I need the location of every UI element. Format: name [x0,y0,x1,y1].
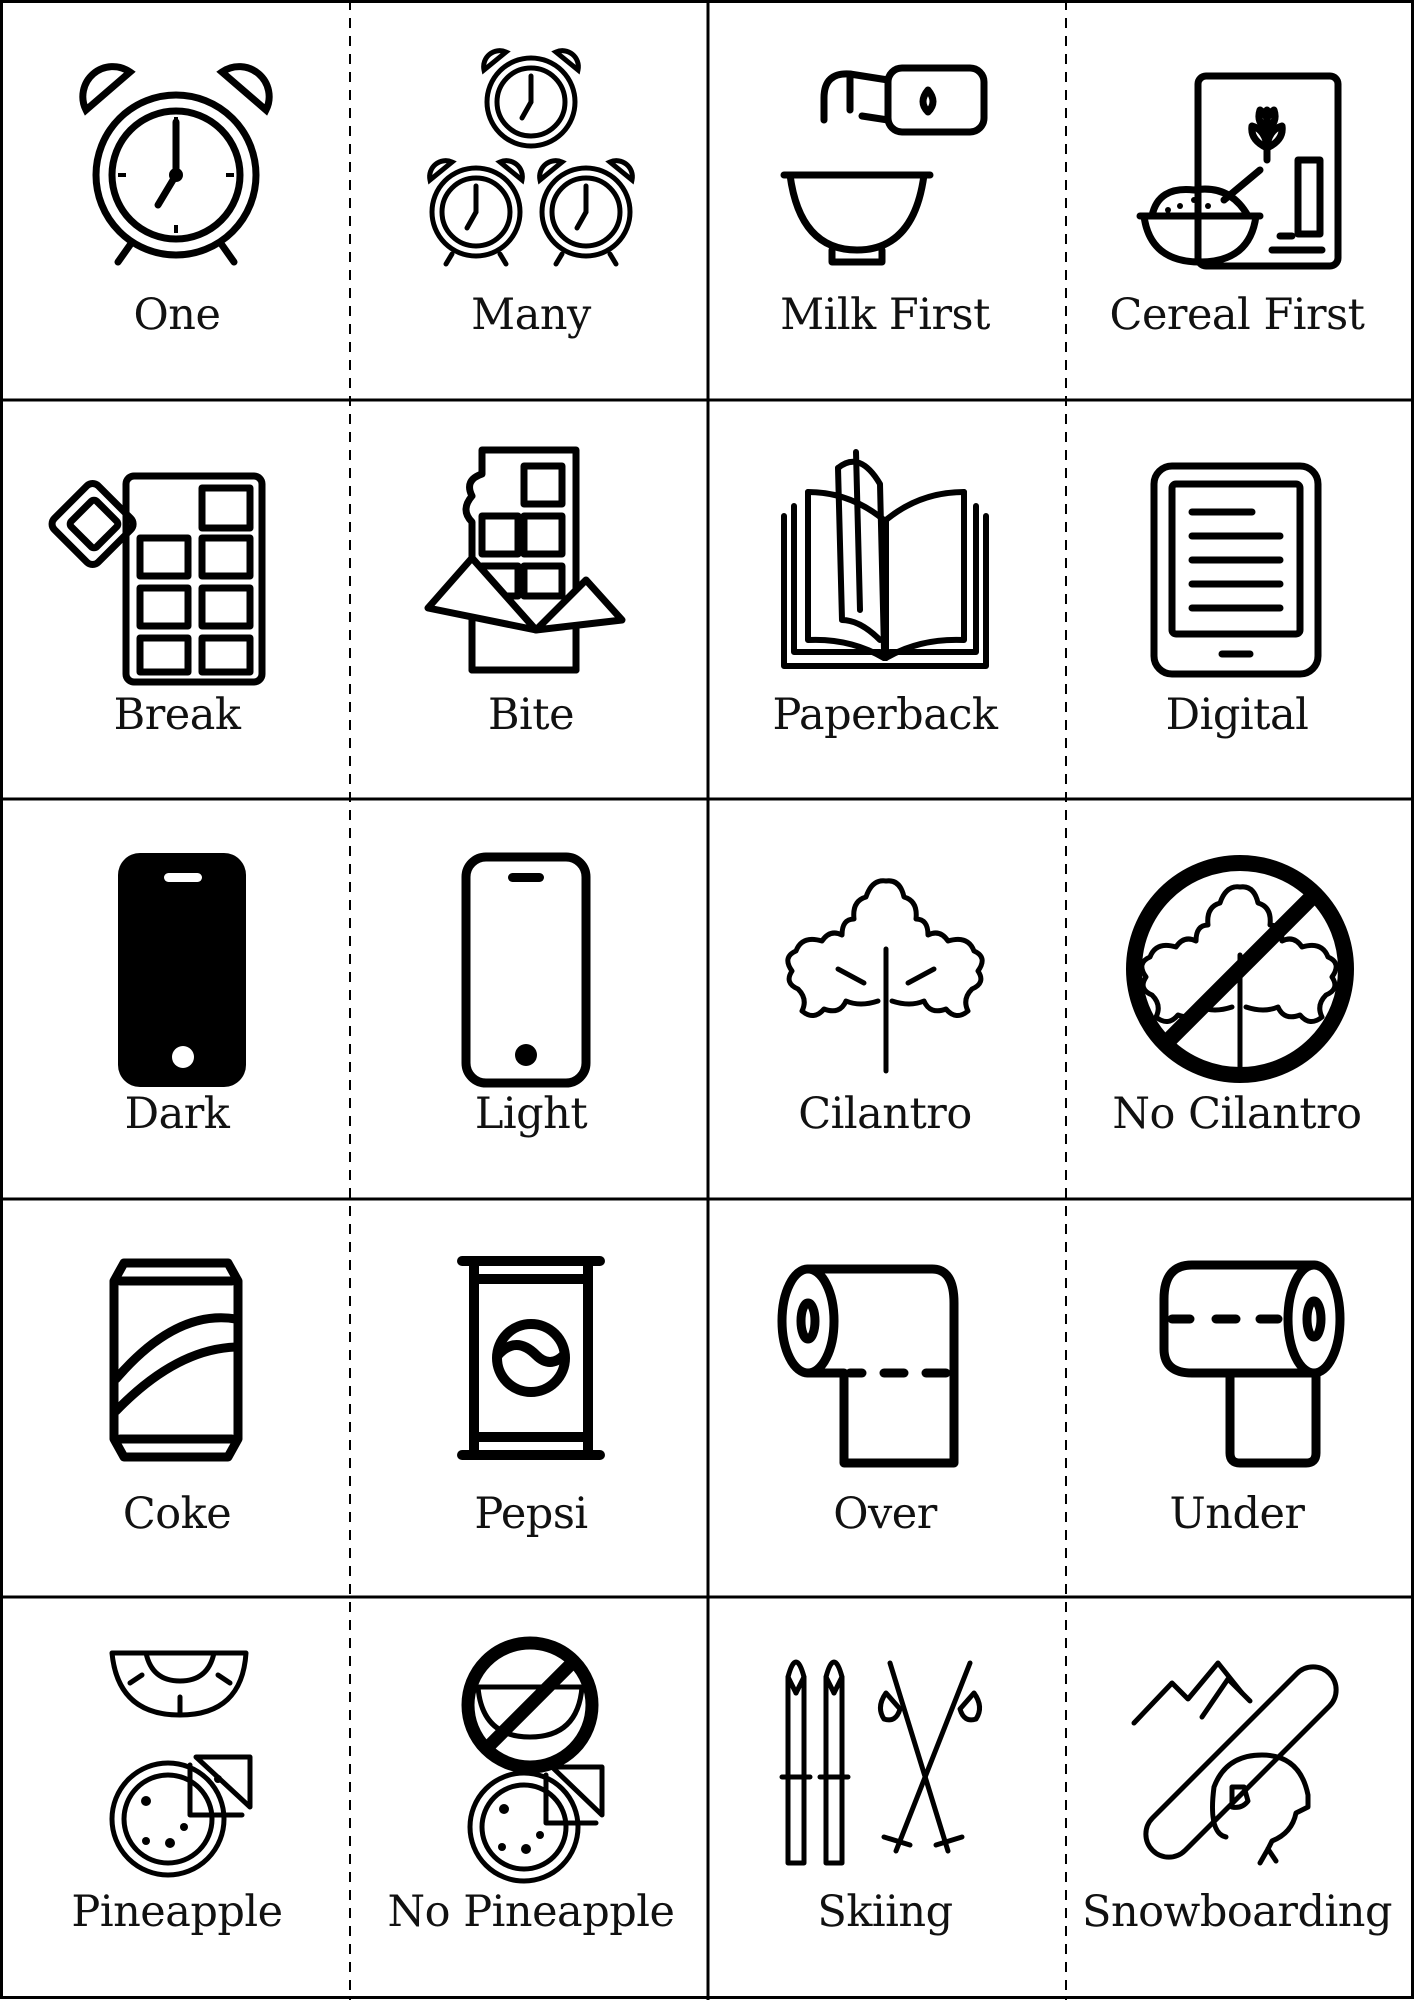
card-label: Paperback [772,690,998,740]
card-coke: Coke [0,1199,354,1598]
card-label: Snowboarding [1082,1887,1392,1937]
card-milk-first: Milk First [708,0,1062,399]
card-label: Digital [1165,690,1309,740]
card-light: Light [354,799,708,1198]
card-break: Break [0,400,354,799]
card-one: One [0,0,354,399]
card-label: Pineapple [71,1887,283,1937]
card-label: Cereal First [1109,290,1365,340]
card-skiing: Skiing [708,1597,1062,1996]
phone-dark-mode-icon [118,853,246,1087]
pepsi-can-icon [457,1256,605,1460]
milk-pouring-into-bowl-icon [780,64,988,266]
card-label: One [133,290,221,340]
card-label: No Cilantro [1112,1089,1362,1139]
card-label: Coke [122,1489,232,1539]
cereal-box-and-bowl-icon [1136,72,1342,270]
three-alarm-clocks-icon [427,48,635,267]
card-label: Skiing [817,1887,953,1937]
no-cilantro-icon [1126,855,1354,1083]
card-cereal-first: Cereal First [1060,0,1414,399]
toilet-paper-under-icon [1159,1260,1345,1468]
skis-and-poles-icon [779,1659,982,1866]
card-label: Under [1169,1489,1305,1539]
alarm-clock-icon [79,63,273,266]
card-label: Over [833,1489,937,1539]
card-dark: Dark [0,799,354,1198]
cilantro-leaf-icon [785,878,985,1074]
card-snowboarding: Snowboarding [1060,1597,1414,1996]
card-digital: Digital [1060,400,1414,799]
card-paperback: Paperback [708,400,1062,799]
open-book-icon [781,449,989,669]
card-label: Bite [487,690,575,740]
no-pineapple-pizza-icon [461,1636,605,1884]
pineapple-pizza-icon [109,1650,253,1878]
e-reader-icon [1150,462,1322,678]
card-label: Dark [124,1089,230,1139]
card-many: Many [354,0,708,399]
card-label: Cilantro [798,1089,972,1139]
toilet-paper-over-icon [777,1264,959,1468]
this-or-that-card-sheet: One Many Milk First Cereal First Break B… [0,0,1414,2000]
card-no-cilantro: No Cilantro [1060,799,1414,1198]
snowboard-and-helmet-icon [1131,1660,1339,1866]
card-label: Light [474,1089,588,1139]
card-pepsi: Pepsi [354,1199,708,1598]
card-label: Many [471,290,591,340]
card-under: Under [1060,1199,1414,1598]
card-cilantro: Cilantro [708,799,1062,1198]
chocolate-bar-broken-icon [48,472,266,686]
card-no-pineapple: No Pineapple [354,1597,708,1996]
card-label: Milk First [780,290,990,340]
card-label: Pepsi [474,1489,588,1539]
chocolate-bar-bitten-icon [424,446,626,674]
card-over: Over [708,1199,1062,1598]
card-label: No Pineapple [387,1887,675,1937]
phone-light-mode-icon [461,852,591,1088]
coke-can-icon [109,1258,243,1462]
card-pineapple: Pineapple [0,1597,354,1996]
card-bite: Bite [354,400,708,799]
card-label: Break [113,690,241,740]
